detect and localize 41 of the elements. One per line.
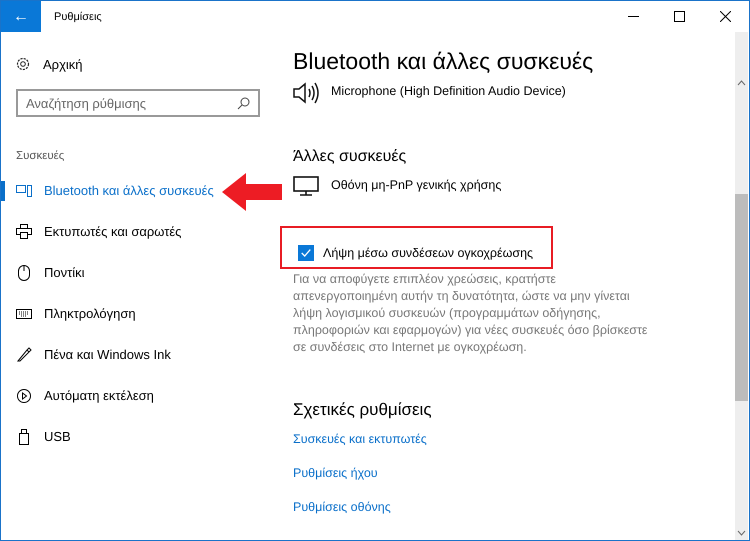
scroll-up-icon[interactable] — [737, 80, 746, 86]
section-heading: Συσκευές — [16, 150, 66, 162]
keyboard-icon — [16, 308, 32, 318]
scroll-down-icon[interactable] — [737, 530, 746, 536]
window-title: Ρυθμίσεις — [54, 10, 102, 22]
section-heading: Σχετικές ρυθμίσεις — [293, 400, 433, 421]
monitor-icon — [293, 176, 319, 196]
section-heading: Άλλες συσκευές — [293, 148, 408, 167]
settings-link[interactable]: Συσκευές και εκτυπωτές — [293, 432, 735, 466]
device-icon — [16, 184, 32, 198]
mouse-icon — [16, 264, 32, 280]
page-title: Bluetooth και άλλες συσκευές — [293, 48, 594, 76]
sidebar-item[interactable]: Πένα και Windows Ink — [1, 334, 173, 375]
scroll-thumb[interactable] — [735, 194, 748, 401]
sidebar-item[interactable]: Ποντίκι — [1, 252, 87, 293]
device-name: Microphone (High Definition Audio Device) — [331, 84, 566, 98]
search-icon — [237, 97, 250, 110]
search-field[interactable]: Αναζήτηση ρύθμισης — [16, 89, 260, 117]
pen-icon — [16, 346, 32, 362]
speaker-icon — [293, 82, 319, 104]
sidebar-item[interactable]: USB — [1, 416, 73, 457]
description-text: Για να αποφύγετε επιπλέον χρεώσεις, κρατήστε απενεργοποιημένη αυτήν τη δυνατότητα, ώστε να μην γίνεται λήψη λογισμικού συσκευών (προγραμμάτων οδήγησης, πληροφοριών και εφαρμογών) για νέες συσκευές όσο βρίσκεστε σε συνδέσεις στο Internet με ογκοχρέωση. — [293, 271, 648, 356]
sidebar-item[interactable]: Bluetooth και άλλες συσκευές — [1, 170, 216, 211]
metered-checkbox[interactable]: Λήψη μέσω συνδέσεων ογκοχρέωσης — [298, 245, 534, 261]
scrollbar[interactable] — [735, 32, 748, 540]
home-link[interactable]: Αρχική — [43, 56, 83, 72]
usb-drive-icon — [16, 428, 32, 444]
sidebar-item[interactable]: Πληκτρολόγηση — [1, 293, 138, 334]
maximize-icon[interactable] — [674, 11, 685, 22]
printer-icon — [16, 224, 32, 239]
back-button[interactable]: ← — [1, 1, 41, 32]
checkbox-icon[interactable] — [298, 245, 314, 261]
settings-link[interactable]: Ρυθμίσεις ήχου — [293, 466, 735, 500]
settings-link[interactable]: Ρυθμίσεις οθόνης — [293, 500, 735, 534]
close-icon[interactable] — [720, 11, 731, 22]
sidebar-item[interactable]: Εκτυπωτές και σαρωτές — [1, 211, 184, 252]
sidebar-item[interactable]: Αυτόματη εκτέλεση — [1, 375, 156, 416]
play-circle-icon — [16, 388, 32, 404]
gear-icon — [15, 56, 31, 72]
device-name: Οθόνη μη-PnP γενικής χρήσης — [331, 178, 502, 192]
pointer-arrow — [222, 172, 282, 212]
